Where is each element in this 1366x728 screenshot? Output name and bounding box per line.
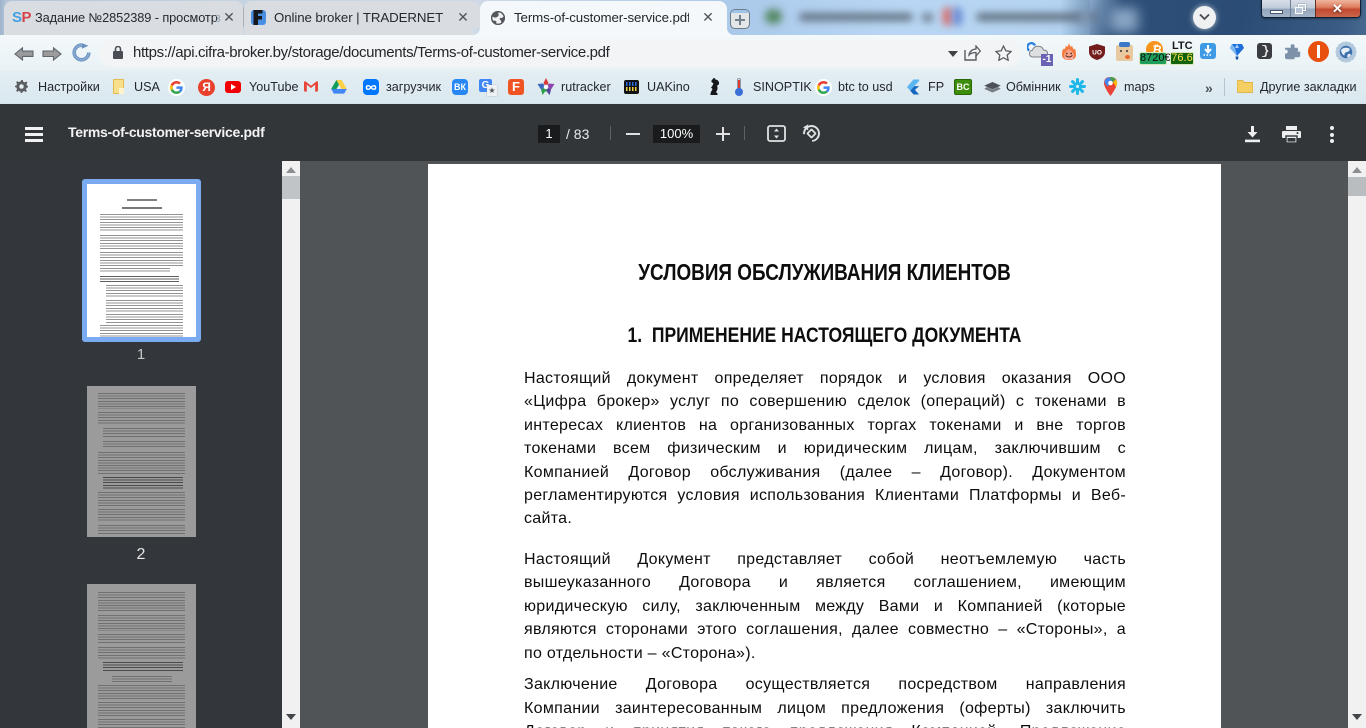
svg-text:UO: UO	[1092, 50, 1102, 57]
